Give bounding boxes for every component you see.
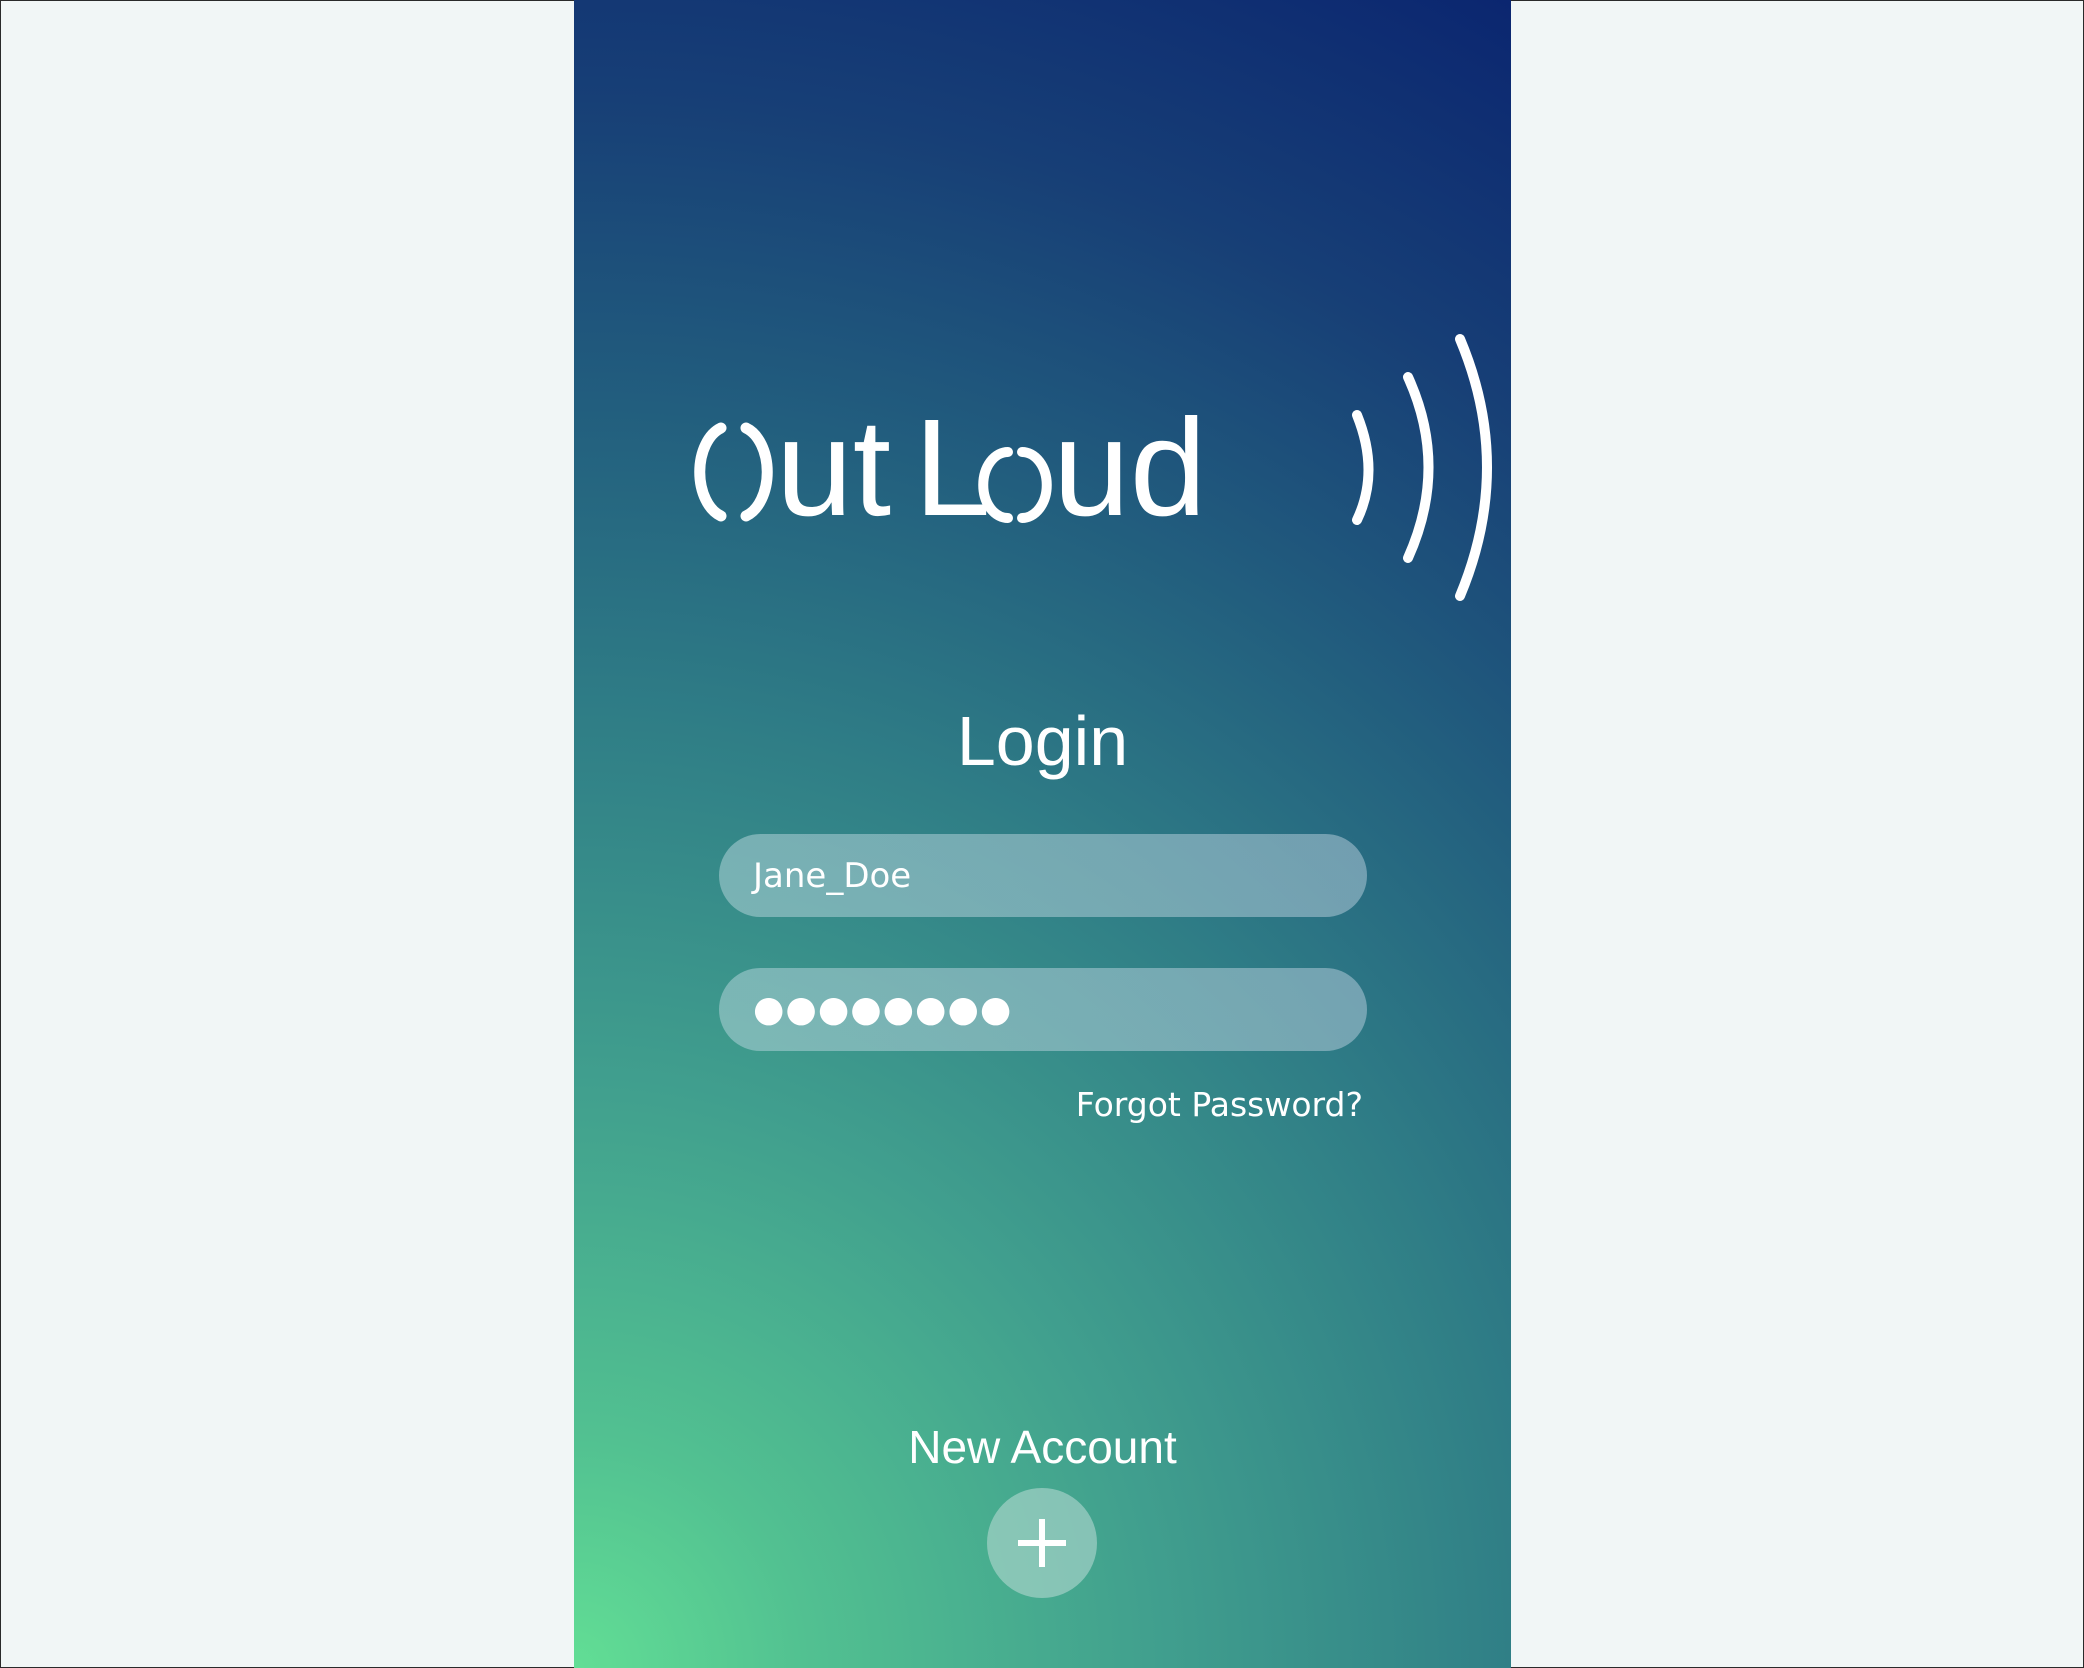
outloud-logo: ut L ud — [674, 325, 1494, 615]
username-value: Jane_Doe — [753, 855, 912, 896]
login-title: Login — [956, 702, 1129, 780]
plus-icon — [1018, 1519, 1066, 1567]
password-input[interactable]: ●●●●●●●● — [719, 968, 1367, 1051]
logo-wordmark: ut — [776, 391, 891, 545]
svg-text:L: L — [914, 391, 991, 545]
new-account-label: New Account — [908, 1421, 1177, 1473]
username-input[interactable]: Jane_Doe — [719, 834, 1367, 917]
svg-text:ud: ud — [1053, 391, 1207, 545]
new-account-button[interactable] — [987, 1488, 1097, 1598]
password-mask: ●●●●●●●● — [753, 989, 1013, 1030]
forgot-password-link[interactable]: Forgot Password? — [1076, 1085, 1363, 1124]
phone-screen: ut L ud Login Jane_Doe ●●●●●●●● Forgot P… — [574, 0, 1511, 1668]
